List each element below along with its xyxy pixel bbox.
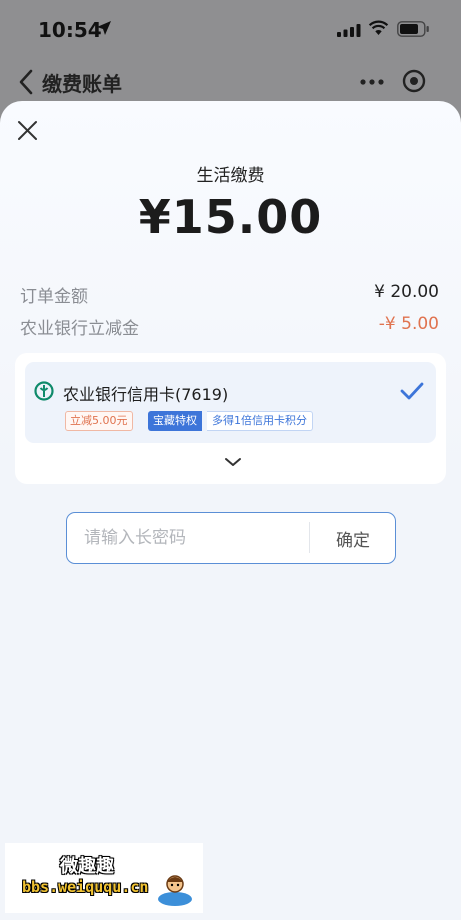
more-icon[interactable] [360, 79, 384, 85]
target-icon[interactable] [402, 69, 426, 93]
password-input[interactable] [84, 526, 294, 550]
bank-discount-label: 农业银行立减金 [20, 319, 139, 339]
sheet-title: 生活缴费 [196, 166, 265, 186]
location-arrow-icon [97, 21, 111, 35]
signal-icon [337, 24, 361, 37]
watermark-text: 微趣趣 [60, 856, 114, 877]
abc-bank-logo-icon [34, 381, 54, 401]
bank-discount-value: -¥ 5.00 [378, 314, 439, 334]
points-tag: 多得1倍信用卡积分 [207, 411, 313, 431]
mascot-icon [158, 875, 192, 906]
payment-amount: ¥15.00 [138, 190, 323, 244]
nav-title: 缴费账单 [42, 72, 122, 96]
payment-method-name: 农业银行信用卡(7619) [63, 385, 229, 404]
battery-icon [397, 21, 429, 37]
status-time: 10:54 [38, 18, 102, 42]
chevron-down-icon[interactable] [224, 456, 242, 468]
watermark-url: bbs.weiququ.cn [22, 878, 149, 896]
back-chevron-icon[interactable] [18, 69, 34, 95]
privilege-tag: 宝藏特权 [148, 411, 202, 431]
checkmark-icon [400, 382, 424, 400]
order-amount-value: ¥ 20.00 [374, 282, 439, 302]
wifi-icon [368, 20, 389, 35]
discount-tag: 立减5.00元 [65, 411, 133, 431]
confirm-button[interactable]: 确定 [318, 526, 388, 551]
password-divider [309, 522, 310, 553]
close-icon[interactable] [17, 120, 38, 141]
order-amount-label: 订单金额 [20, 287, 88, 307]
